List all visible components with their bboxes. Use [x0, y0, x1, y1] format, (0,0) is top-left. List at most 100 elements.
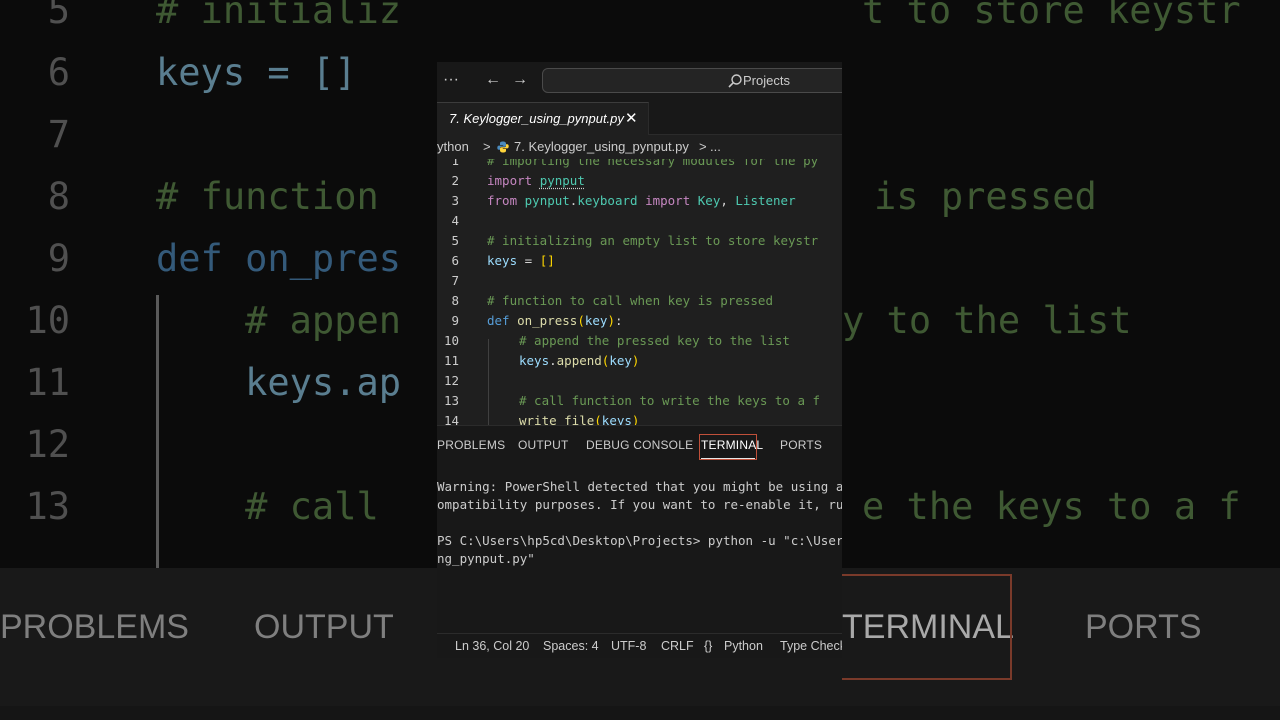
backdrop-line-text: keys.ap: [156, 361, 402, 404]
more-actions-icon[interactable]: ···: [443, 70, 459, 90]
code-token: # initializing an empty list to store ke…: [487, 233, 819, 248]
status-bar: Ln 36, Col 20 Spaces: 4 UTF-8 CRLF {} Py…: [437, 633, 842, 658]
code-token: on_press: [517, 313, 578, 328]
backdrop-tab-output: OUTPUT: [254, 608, 394, 646]
code-line: 9 def on_press(key):: [437, 311, 842, 331]
line-code: # initializing an empty list to store ke…: [487, 231, 818, 251]
code-token: keyboard: [577, 193, 638, 208]
line-code: def on_press(key):: [487, 311, 623, 331]
code-line: 8 # function to call when key is pressed: [437, 291, 842, 311]
code-line: 12: [437, 371, 842, 391]
code-token: write_file: [519, 413, 595, 425]
code-line: 14 write_file(keys): [437, 411, 842, 425]
backdrop-line-fragment: e the keys to a f: [862, 485, 1241, 528]
code-token: key: [584, 313, 608, 328]
backdrop-line-text: # function: [156, 175, 379, 218]
code-token: # function to call when key is pressed: [487, 293, 773, 308]
search-label: Projects: [743, 73, 790, 88]
tab-problems[interactable]: PROBLEMS: [437, 438, 505, 452]
backdrop-line: 5 # initializ t to store keystr: [0, 0, 1280, 42]
status-language[interactable]: Python: [724, 639, 763, 653]
code-token: Listener: [735, 193, 796, 208]
code-line: 11 keys.append(key): [437, 351, 842, 371]
backdrop-active-tab-frame: [842, 574, 1012, 680]
breadcrumb-file[interactable]: 7. Keylogger_using_pynput.py: [514, 139, 689, 154]
code-token: import: [637, 193, 698, 208]
code-token: (: [594, 413, 602, 425]
backdrop-line-text: # call: [156, 485, 379, 528]
backdrop-line-number: 6: [47, 51, 70, 94]
code-token: # call function to write the keys to a f: [519, 393, 821, 408]
tab-debug-console[interactable]: DEBUG CONSOLE: [586, 438, 693, 452]
close-icon[interactable]: ✕: [625, 109, 638, 127]
line-number: 8: [451, 293, 459, 308]
code-token: ): [631, 353, 640, 368]
line-code: keys = []: [487, 251, 555, 271]
line-number: 14: [443, 413, 459, 425]
code-line: 5 # initializing an empty list to store k…: [437, 231, 842, 251]
tab-ports[interactable]: PORTS: [780, 438, 822, 452]
line-number: 13: [443, 393, 459, 408]
backdrop-tab-ports: PORTS: [1085, 608, 1202, 646]
line-code: # function to call when key is pressed: [487, 291, 773, 311]
terminal-line: Warning: PowerShell detected that you mi…: [437, 479, 842, 494]
title-bar: ··· ← → Projects: [437, 62, 842, 100]
code-token: ): [607, 313, 615, 328]
code-token: import: [487, 173, 540, 188]
backdrop-line-number: 7: [47, 113, 70, 156]
line-code: import pynput: [487, 171, 585, 191]
line-code: # append the pressed key to the list: [487, 331, 790, 351]
status-encoding[interactable]: UTF-8: [611, 639, 646, 653]
backdrop-line-number: 8: [47, 175, 70, 218]
backdrop-line-text: keys = []: [156, 51, 357, 94]
code-line: 13 # call function to write the keys to a…: [437, 391, 842, 411]
line-number: 10: [443, 333, 459, 348]
code-token: # append the pressed key to the list: [519, 333, 790, 348]
line-number: 6: [451, 253, 459, 268]
line-code: # importing the necessary modules for th…: [487, 159, 818, 171]
line-number: 4: [451, 213, 459, 228]
backdrop-tab-problems: PROBLEMS: [0, 608, 189, 646]
code-token: (: [577, 313, 585, 328]
line-number: 3: [451, 193, 459, 208]
code-line: 3 from pynput.keyboard import Key, Listen…: [437, 191, 842, 211]
backdrop-line-text: # initializ: [156, 0, 402, 32]
backdrop-line-number: 12: [25, 423, 70, 466]
backdrop-bottom-strip: [0, 706, 1280, 720]
terminal-line: ng_pynput.py": [437, 551, 535, 566]
backdrop-line-fragment: t to store keystr: [862, 0, 1241, 32]
backdrop-line-number: 9: [47, 237, 70, 280]
code-token: keys: [487, 253, 518, 268]
code-token: keys: [519, 353, 550, 368]
line-number: 12: [443, 373, 459, 388]
command-center-search[interactable]: Projects: [542, 68, 842, 93]
editor-tab-keylogger[interactable]: 7. Keylogger_using_pynput.py ✕: [437, 102, 649, 135]
code-line: 4: [437, 211, 842, 231]
code-editor[interactable]: 1 # importing the necessary modules for t…: [437, 159, 842, 425]
code-token: pynput: [539, 173, 585, 188]
terminal-output[interactable]: Warning: PowerShell detected that you mi…: [437, 470, 842, 630]
code-token: []: [539, 253, 555, 268]
breadcrumb-folder[interactable]: ython: [437, 139, 469, 154]
code-token: :: [614, 313, 623, 328]
back-arrow-icon[interactable]: ←: [485, 70, 501, 90]
breadcrumb-separator: >: [699, 139, 707, 154]
code-line: 7: [437, 271, 842, 291]
tab-terminal[interactable]: TERMINAL: [701, 438, 763, 452]
code-token: ): [631, 413, 640, 425]
forward-arrow-icon[interactable]: →: [512, 70, 528, 90]
search-icon: [728, 74, 742, 88]
status-eol[interactable]: CRLF: [661, 639, 694, 653]
code-line: 1 # importing the necessary modules for t…: [437, 159, 842, 171]
status-cursor-position[interactable]: Ln 36, Col 20: [455, 639, 529, 653]
backdrop-line-fragment: is pressed: [874, 175, 1097, 218]
breadcrumb-more[interactable]: ...: [710, 139, 721, 154]
code-token: .: [549, 353, 557, 368]
braces-icon: {}: [704, 639, 713, 653]
backdrop-line-number: 5: [47, 0, 70, 32]
line-code: write_file(keys): [487, 411, 639, 425]
status-type-check[interactable]: Type Check: [780, 639, 842, 653]
status-indentation[interactable]: Spaces: 4: [543, 639, 599, 653]
line-number: 11: [443, 353, 459, 368]
tab-output[interactable]: OUTPUT: [518, 438, 569, 452]
